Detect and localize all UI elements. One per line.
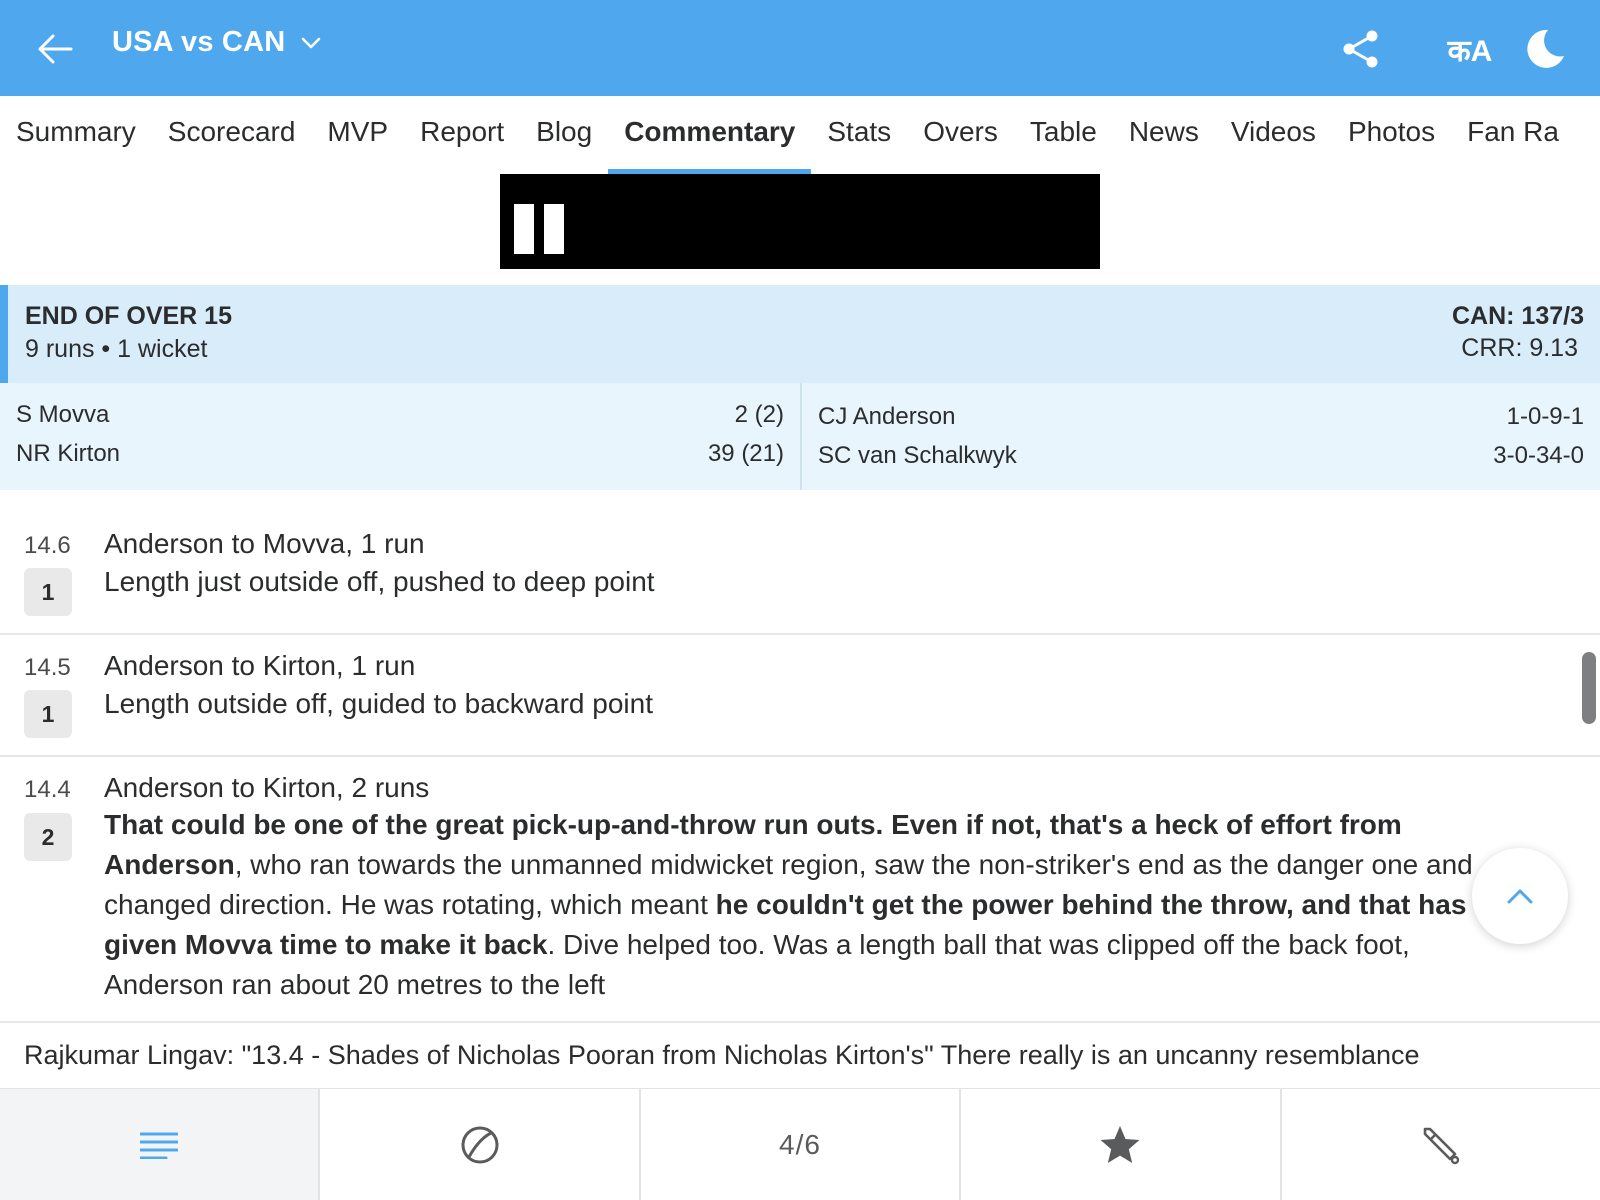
tab-news[interactable]: News (1113, 96, 1215, 174)
bat-nav-button[interactable] (1281, 1089, 1600, 1200)
bowler-row[interactable]: CJ Anderson 1-0-9-1 (818, 403, 1584, 439)
commentary-text: That could be one of the great pick-up-a… (104, 805, 1494, 1005)
tab-commentary[interactable]: Commentary (608, 96, 812, 174)
batter-figures: 39 (21) (707, 440, 784, 467)
theme-toggle-button[interactable] (1522, 26, 1568, 72)
batter-name: S Movva (16, 401, 110, 428)
tab-scorecard[interactable]: Scorecard (152, 96, 312, 174)
share-icon (1343, 30, 1378, 68)
match-selector[interactable]: USA vs CAN (112, 26, 321, 59)
players-summary: S Movva 2 (2) NR Kirton 39 (21) CJ Ander… (0, 383, 1600, 490)
runs-badge: 1 (24, 568, 72, 616)
over-summary: END OF OVER 15 9 runs • 1 wicket CAN: 13… (0, 285, 1600, 383)
runs-badge: 1 (24, 690, 72, 738)
commentary-nav-button[interactable] (0, 1089, 321, 1200)
tab-fan-ra[interactable]: Fan Ra (1451, 96, 1575, 174)
commentary-headline: Anderson to Movva, 1 run (104, 528, 425, 559)
ball-number: 14.5 (24, 654, 71, 681)
list-icon (140, 1132, 179, 1159)
cricket-ball-icon (461, 1126, 499, 1163)
reader-comment: Rajkumar Lingav: "13.4 - Shades of Nicho… (24, 1040, 1420, 1070)
video-ad[interactable] (500, 174, 1100, 269)
arrow-left-icon (38, 34, 73, 64)
tab-photos[interactable]: Photos (1332, 96, 1451, 174)
back-button[interactable] (34, 28, 76, 70)
bowler-figures: 3-0-34-0 (1493, 442, 1584, 469)
page-indicator-button[interactable]: 4/6 (640, 1089, 962, 1200)
commentary-headline: Anderson to Kirton, 2 runs (104, 772, 430, 803)
ball-number: 14.4 (24, 776, 71, 803)
chevron-down-icon (302, 37, 321, 48)
batter-figures: 2 (2) (734, 401, 784, 428)
moon-icon (1527, 29, 1564, 68)
commentary-item: 14.5 1 Anderson to Kirton, 1 run Length … (0, 635, 1600, 757)
tab-blog[interactable]: Blog (520, 96, 608, 174)
tab-table[interactable]: Table (1014, 96, 1113, 174)
runs-badge: 2 (24, 813, 72, 861)
tab-mvp[interactable]: MVP (311, 96, 404, 174)
bowler-figures: 1-0-9-1 (1506, 403, 1584, 430)
share-button[interactable] (1338, 26, 1384, 72)
match-tabs: Summary Scorecard MVP Report Blog Commentary S… (0, 96, 1600, 174)
tab-summary[interactable]: Summary (0, 96, 152, 174)
commentary-item: 14.6 1 Anderson to Movva, 1 run Length j… (0, 490, 1600, 635)
bowlers-column: CJ Anderson 1-0-9-1 SC van Schalkwyk 3-0… (802, 383, 1600, 490)
batters-column: S Movva 2 (2) NR Kirton 39 (21) (0, 383, 802, 490)
bowler-row[interactable]: SC van Schalkwyk 3-0-34-0 (818, 442, 1584, 478)
team-score: CAN: 137/3 (1452, 302, 1584, 330)
match-title: USA vs CAN (112, 26, 286, 58)
chevron-up-icon (1507, 889, 1533, 904)
ball-nav-button[interactable] (320, 1089, 641, 1200)
current-run-rate: CRR: 9.13 (1461, 334, 1578, 362)
commentary-item: 14.4 2 Anderson to Kirton, 2 runs That c… (0, 757, 1600, 1023)
over-subtitle: 9 runs • 1 wicket (25, 335, 208, 363)
app-root: USA vs CAN कA Summary Scorecard MVP Repo… (0, 0, 1600, 1200)
pause-icon[interactable] (514, 204, 566, 254)
batter-row[interactable]: S Movva 2 (2) (16, 401, 784, 437)
cricket-bat-icon (1423, 1127, 1460, 1164)
commentary-text: Length outside off, guided to backward p… (104, 688, 653, 719)
bottom-nav: 4/6 (0, 1088, 1600, 1200)
page-indicator: 4/6 (779, 1128, 821, 1160)
ball-number: 14.6 (24, 532, 71, 559)
tab-stats[interactable]: Stats (811, 96, 907, 174)
tab-report[interactable]: Report (404, 96, 520, 174)
language-icon: कA (1447, 34, 1493, 68)
bowler-name: CJ Anderson (818, 403, 956, 430)
top-app-bar: USA vs CAN कA (0, 0, 1600, 96)
favourite-button[interactable] (961, 1089, 1282, 1200)
bowler-name: SC van Schalkwyk (818, 442, 1017, 469)
batter-name: NR Kirton (16, 440, 121, 467)
commentary-headline: Anderson to Kirton, 1 run (104, 650, 416, 681)
tab-videos[interactable]: Videos (1215, 96, 1332, 174)
star-icon (1100, 1125, 1140, 1163)
language-button[interactable]: कA (1440, 26, 1500, 72)
batter-row[interactable]: NR Kirton 39 (21) (16, 440, 784, 476)
over-title: END OF OVER 15 (25, 302, 232, 330)
commentary-text: Length just outside off, pushed to deep … (104, 566, 655, 597)
scroll-to-top-button[interactable] (1472, 848, 1568, 944)
tab-overs[interactable]: Overs (907, 96, 1014, 174)
scrollbar-thumb[interactable] (1582, 652, 1596, 724)
